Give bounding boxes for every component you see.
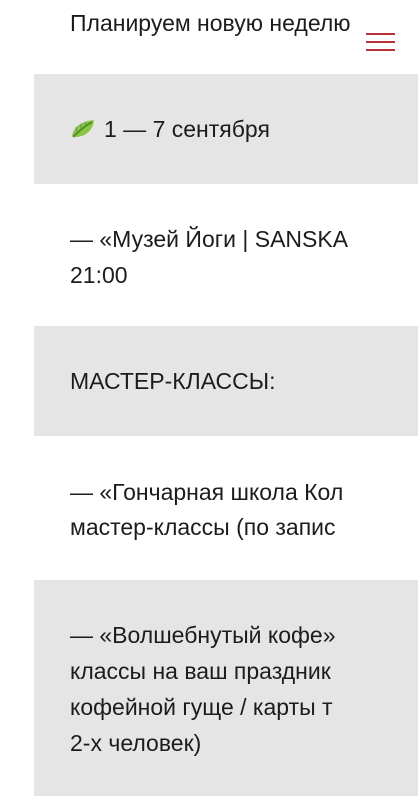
hamburger-menu-icon[interactable] (366, 33, 395, 51)
page: Планируем новую неделю 1 — 7 сентября — … (0, 0, 418, 800)
dates-line: 1 — 7 сентября (70, 111, 418, 147)
museum-line-2: 21:00 (70, 262, 128, 288)
coffee-line-1: — «Волшебнутый кофе» (70, 622, 336, 648)
masterclasses-block: МАСТЕР-КЛАССЫ: (34, 326, 418, 436)
museum-line-1: — «Музей Йоги | SANSKA (70, 226, 349, 252)
coffee-line-3: кофейной гуще / карты т (70, 694, 333, 720)
masterclasses-heading: МАСТЕР-КЛАССЫ: (70, 368, 276, 394)
page-title: Планируем новую неделю (70, 10, 351, 36)
coffee-block: — «Волшебнутый кофе» классы на ваш празд… (34, 580, 418, 796)
menu-bar (366, 49, 395, 51)
dates-block: 1 — 7 сентября (34, 74, 418, 184)
pottery-line-1: — «Гончарная школа Кол (70, 479, 344, 505)
coffee-line-2: классы на ваш праздник (70, 658, 331, 684)
pottery-block: — «Гончарная школа Кол мастер-классы (по… (34, 473, 418, 553)
museum-block: — «Музей Йоги | SANSKA 21:00 (34, 218, 418, 298)
coffee-line-4: 2-х человек) (70, 730, 202, 756)
pottery-line-2: мастер-классы (по запис (70, 514, 336, 540)
leaf-icon (72, 120, 94, 138)
menu-bar (366, 33, 395, 35)
menu-bar (366, 41, 395, 43)
dates-text: 1 — 7 сентября (104, 116, 270, 142)
